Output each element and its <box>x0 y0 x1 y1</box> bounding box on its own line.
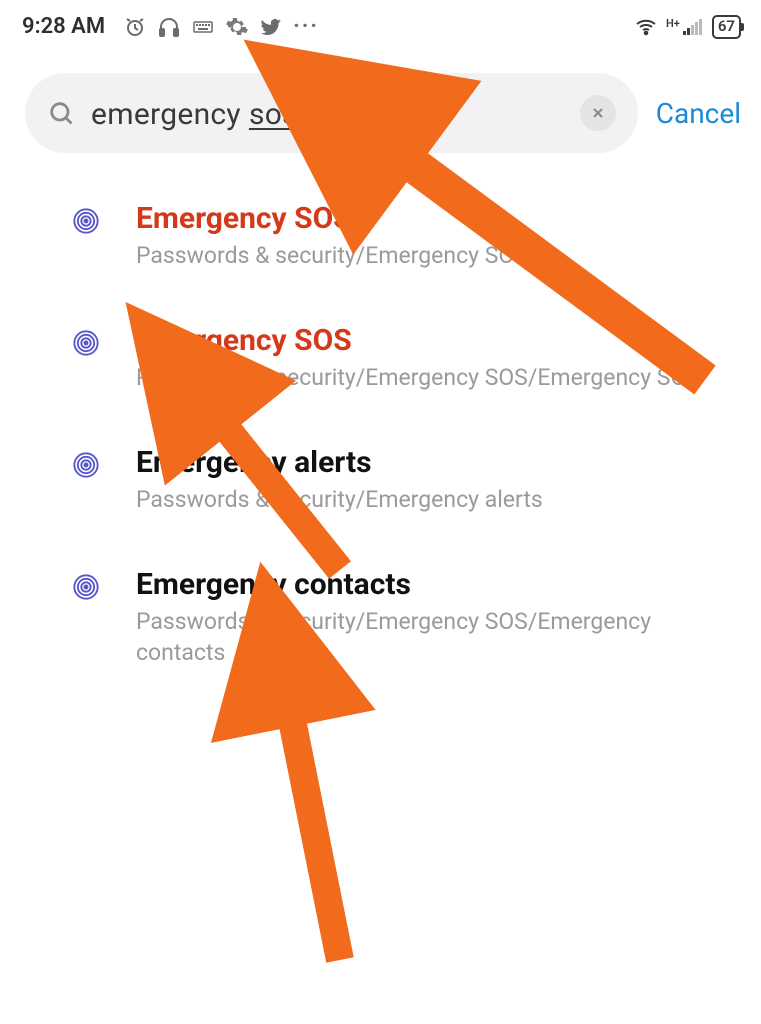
status-left: 9:28 AM ··· <box>22 14 319 39</box>
search-query: emergency sos <box>91 94 564 132</box>
search-result-body: Emergency SOS Passwords & security/Emerg… <box>136 201 733 271</box>
alarm-icon <box>123 15 147 39</box>
search-result-body: Emergency alerts Passwords & security/Em… <box>136 445 733 515</box>
gear-icon <box>225 15 249 39</box>
cancel-button[interactable]: Cancel <box>656 97 741 130</box>
search-query-part1: emergency <box>91 97 241 132</box>
search-result[interactable]: Emergency alerts Passwords & security/Em… <box>0 445 761 567</box>
search-result-title: Emergency contacts <box>136 567 733 602</box>
clear-search-button[interactable] <box>580 95 616 131</box>
wifi-icon <box>634 15 658 39</box>
search-icon <box>47 99 75 127</box>
status-time: 9:28 AM <box>22 14 105 39</box>
status-bar: 9:28 AM ··· H+ 67 <box>0 0 761 53</box>
headphones-icon <box>157 15 181 39</box>
search-query-part2: sos <box>249 97 298 132</box>
battery-indicator: 67 <box>712 15 741 39</box>
search-result[interactable]: Emergency contacts Passwords & security/… <box>0 567 761 720</box>
network-type: H+ <box>666 19 680 28</box>
status-right: H+ 67 <box>634 15 741 39</box>
fingerprint-icon <box>72 329 100 357</box>
keyboard-icon <box>191 15 215 39</box>
fingerprint-icon <box>72 573 100 601</box>
fingerprint-icon <box>72 207 100 235</box>
search-results: Emergency SOS Passwords & security/Emerg… <box>0 165 761 720</box>
search-result-path: Passwords & security/Emergency SOS/Emerg… <box>136 362 733 393</box>
fingerprint-icon <box>72 451 100 479</box>
close-icon <box>590 105 606 121</box>
search-result-path: Passwords & security/Emergency alerts <box>136 484 733 515</box>
search-row: emergency sos Cancel <box>0 53 761 165</box>
network-indicator: H+ <box>666 19 704 35</box>
search-input[interactable]: emergency sos <box>25 73 638 153</box>
search-result-body: Emergency SOS Passwords & security/Emerg… <box>136 323 733 393</box>
battery-percent: 67 <box>718 19 735 34</box>
search-result-body: Emergency contacts Passwords & security/… <box>136 567 733 668</box>
search-result-path: Passwords & security/Emergency SOS/Emerg… <box>136 606 733 668</box>
search-result[interactable]: Emergency SOS Passwords & security/Emerg… <box>0 323 761 445</box>
search-result-title: Emergency SOS <box>136 201 733 236</box>
search-result-path: Passwords & security/Emergency SO <box>136 240 733 271</box>
twitter-icon <box>259 15 283 39</box>
search-result-title: Emergency alerts <box>136 445 733 480</box>
search-result[interactable]: Emergency SOS Passwords & security/Emerg… <box>0 201 761 323</box>
more-icon: ··· <box>293 14 319 39</box>
text-caret <box>300 99 302 129</box>
search-result-title: Emergency SOS <box>136 323 733 358</box>
